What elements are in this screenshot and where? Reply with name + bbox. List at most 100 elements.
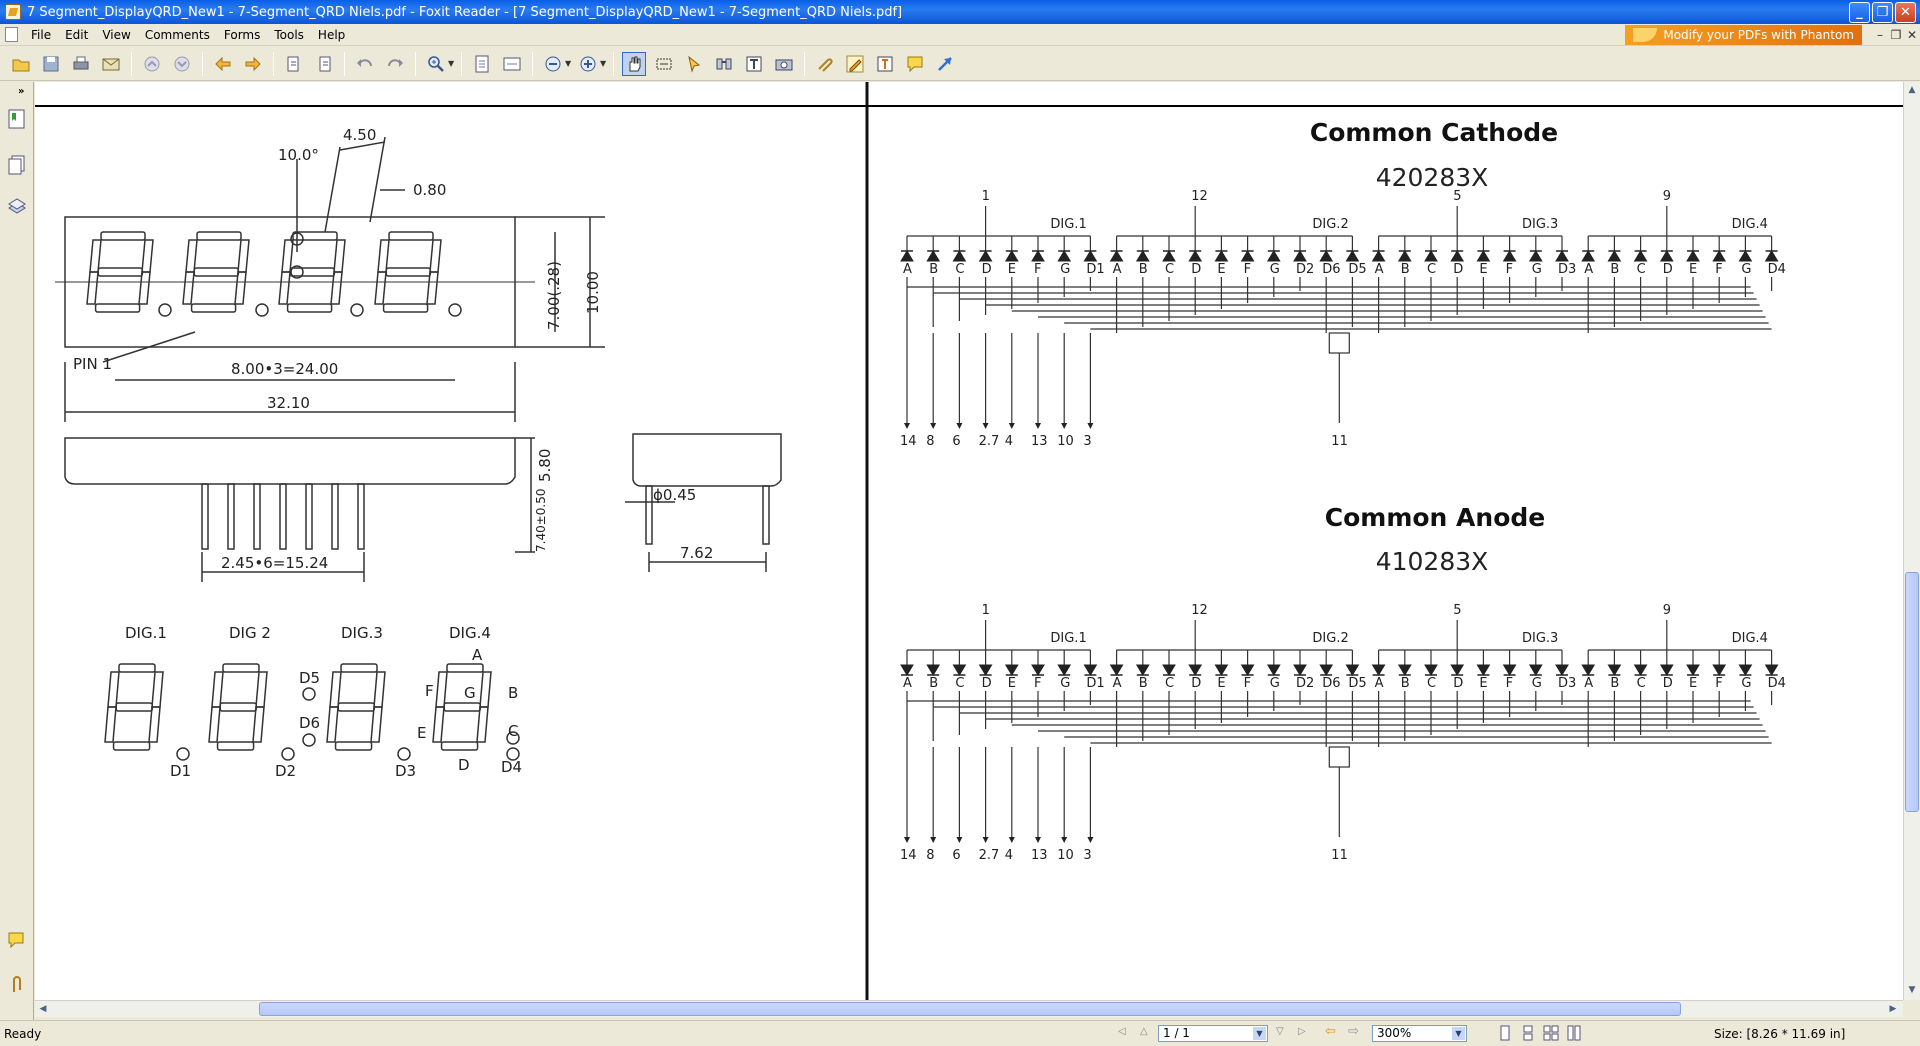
pages-thumbnail-icon[interactable] [5,152,29,178]
scroll-right-arrow-icon[interactable]: ▶ [1885,1001,1901,1017]
undo-icon[interactable] [353,52,377,76]
diode-icon [1031,250,1045,262]
diode-icon [1450,664,1465,676]
ident-digit-2-vseg [208,706,221,743]
zoom-dropdown-icon[interactable]: ▼ [448,59,456,68]
doc-minimize-button[interactable]: – [1872,28,1888,42]
continuous-facing-layout-icon[interactable] [1566,1025,1582,1041]
vertical-scroll-thumb[interactable] [1905,572,1919,812]
diode-icon [1528,664,1543,676]
restore-button[interactable]: ❐ [1872,1,1893,23]
last-page-icon[interactable] [312,52,336,76]
phantom-promo-banner[interactable]: Modify your PDFs with Phantom [1625,24,1862,45]
menu-comments[interactable]: Comments [138,28,217,42]
diode-icon [900,664,914,676]
select-text-icon[interactable] [652,52,676,76]
horizontal-scrollbar[interactable]: ◀ ▶ [35,1000,1903,1017]
note-icon[interactable] [903,52,927,76]
save-icon[interactable] [39,52,63,76]
phantom-logo-icon [1633,27,1658,42]
zoom-dropdown-arrow-icon[interactable]: ▼ [1452,1027,1465,1040]
segment-pin-label: A [1584,262,1593,277]
forward-arrow-icon[interactable] [241,52,265,76]
segment-pin-label: B [1401,676,1410,691]
history-forward-icon[interactable]: ⇨ [1348,1024,1359,1039]
scroll-left-arrow-icon[interactable]: ◀ [35,1001,51,1017]
history-back-icon[interactable]: ⇦ [1325,1024,1336,1039]
first-page-nav-icon[interactable]: ◁ [1118,1026,1126,1037]
document-viewport[interactable]: 4.50 10.0° 0.80 PIN 1 8.00•3=24.00 32.10… [35,82,1903,1000]
hand-tool-icon[interactable] [622,51,646,76]
menu-help[interactable]: Help [311,28,352,42]
front-digit-1-vseg [141,239,154,273]
zoom-out-circle-icon[interactable] [541,52,565,76]
last-page-nav-icon[interactable]: ▷ [1298,1026,1306,1037]
document-icon[interactable] [5,27,18,42]
print-icon[interactable] [69,52,93,76]
foxit-app-icon[interactable] [5,4,21,20]
open-icon[interactable] [9,52,33,76]
continuous-layout-icon[interactable] [1520,1025,1536,1041]
snapshot-icon[interactable] [772,52,796,76]
redo-icon[interactable] [383,52,407,76]
bookmarks-icon[interactable] [5,106,29,132]
horizontal-scroll-thumb[interactable] [259,1002,1681,1016]
text-tool-icon[interactable] [742,52,766,76]
scroll-down-icon[interactable] [170,52,194,76]
ident-labels: DIG.1 DIG 2 DIG.3 DIG.4 A B C D E F G D1… [125,624,522,780]
doc-restore-button[interactable]: ❐ [1888,28,1904,42]
single-page-layout-icon[interactable] [1497,1025,1513,1041]
fit-page-icon[interactable] [470,52,494,76]
layers-icon[interactable] [5,194,29,220]
find-icon[interactable] [712,52,736,76]
scroll-up-icon[interactable] [140,52,164,76]
front-digit-4-vseg [426,271,439,305]
arrow-tool-icon[interactable] [933,52,957,76]
doc-close-button[interactable]: ✕ [1904,28,1920,42]
scroll-down-arrow-icon[interactable]: ▼ [1904,982,1920,998]
email-icon[interactable] [99,52,123,76]
minimize-button[interactable]: _ [1849,1,1870,23]
front-digit-4-hseg [388,231,434,241]
zoom-level-field[interactable]: 300% ▼ [1372,1025,1467,1042]
next-page-nav-icon[interactable]: ▽ [1276,1026,1284,1037]
package-pin-number: 4 [1005,848,1013,863]
segment-pin-label: F [1034,262,1041,277]
typewriter-icon[interactable] [873,52,897,76]
annotation-select-icon[interactable] [682,52,706,76]
menu-tools[interactable]: Tools [267,28,311,42]
diode-icon [1712,250,1727,262]
scroll-up-arrow-icon[interactable]: ▲ [1904,82,1920,98]
page-number-field[interactable]: 1 / 1 ▼ [1158,1025,1268,1042]
package-pin-number: 10 [1057,848,1074,863]
first-page-icon[interactable] [282,52,306,76]
menu-edit[interactable]: Edit [58,28,95,42]
close-button[interactable]: ✕ [1895,1,1916,23]
menu-forms[interactable]: Forms [217,28,267,42]
menu-view[interactable]: View [95,28,137,42]
expand-panel-icon[interactable]: » [18,86,24,97]
common-pin-number: 12 [1191,189,1208,204]
back-arrow-icon[interactable] [211,52,235,76]
diode-icon [1083,250,1098,262]
pencil-icon[interactable] [843,52,867,76]
page-dropdown-icon[interactable]: ▼ [1253,1027,1266,1040]
zoom-in-icon[interactable] [424,52,448,76]
facing-layout-icon[interactable] [1543,1025,1559,1041]
zoom-out-dropdown-icon[interactable]: ▼ [565,59,573,68]
attach-file-icon[interactable] [813,52,837,76]
ident-digit-4-vseg [479,671,492,708]
diode-icon [1371,664,1386,676]
fit-width-icon[interactable] [500,52,524,76]
comments-panel-icon[interactable] [5,928,29,954]
pin1-label: PIN 1 [73,355,112,373]
prev-page-nav-icon[interactable]: △ [1140,1026,1148,1037]
vertical-scrollbar[interactable]: ▲ ▼ [1903,82,1920,1000]
attachments-icon[interactable] [5,972,29,998]
menu-file[interactable]: File [24,28,58,42]
diode-icon [1424,664,1438,676]
diode-icon [926,250,941,262]
zoom-in-circle-icon[interactable] [576,52,600,76]
zoom-in-dropdown-icon[interactable]: ▼ [600,59,608,68]
segment-pin-label: B [1139,262,1148,277]
